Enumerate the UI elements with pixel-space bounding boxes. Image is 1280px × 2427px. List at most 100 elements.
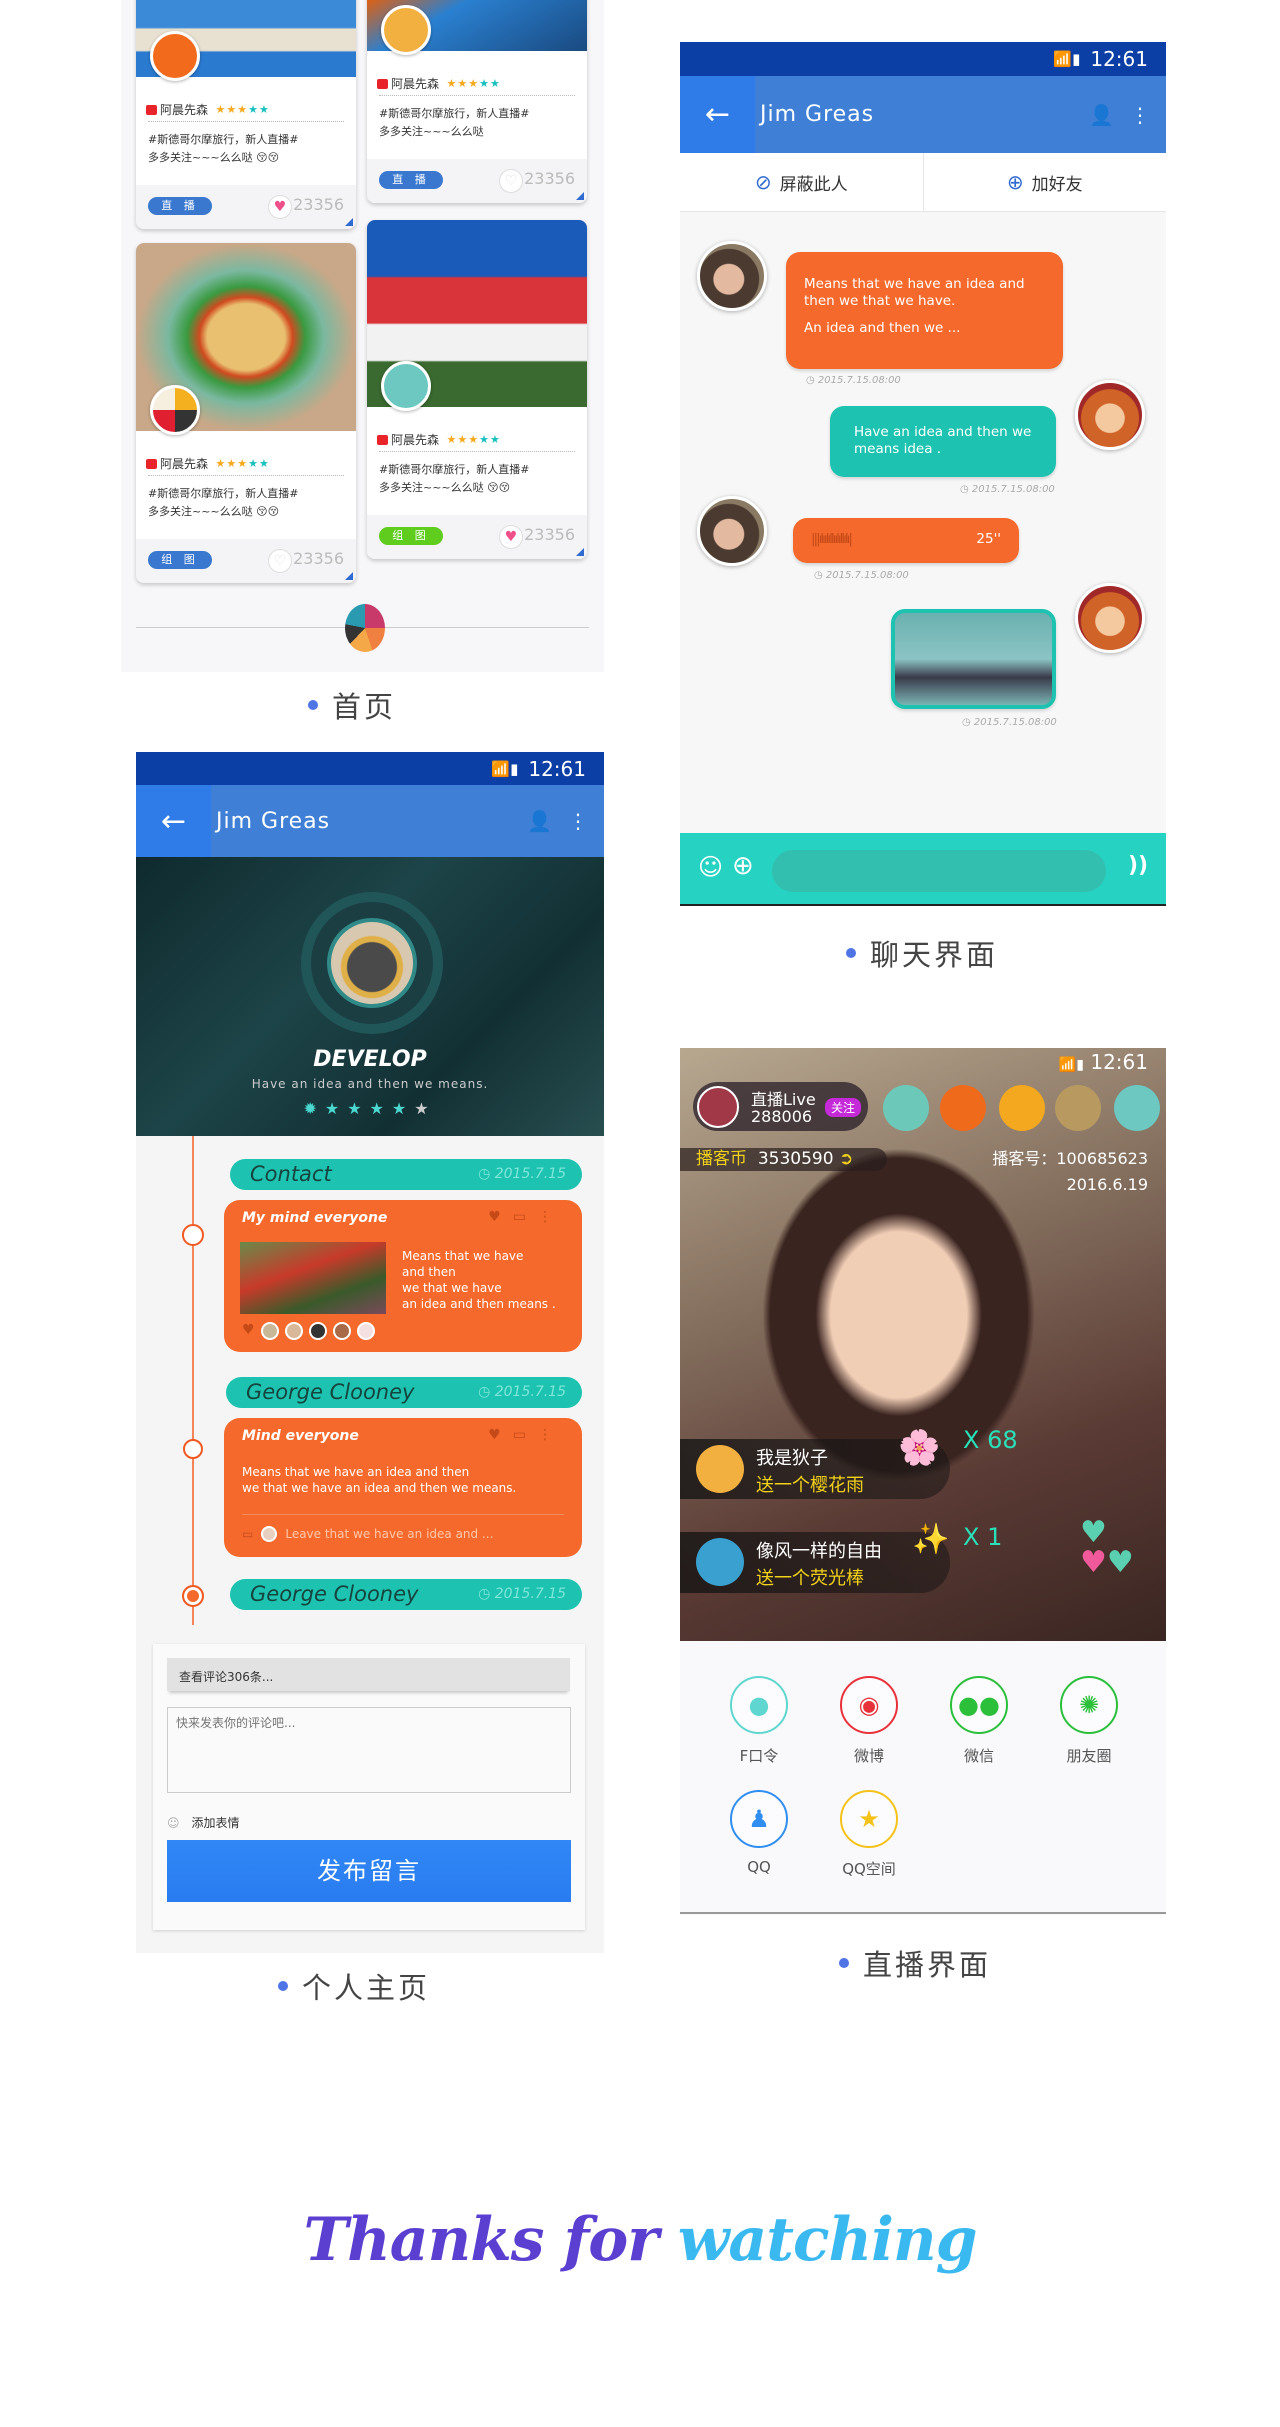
heart-filled-icon[interactable]: ♥ [268, 195, 292, 219]
share-label: F口令 [739, 1747, 779, 1765]
viewer-avatar[interactable] [1114, 1085, 1160, 1131]
submit-comment-button[interactable]: 发布留言 [167, 1840, 571, 1902]
avatar[interactable] [381, 5, 431, 55]
like-count: 23356 [524, 169, 575, 188]
wechat-icon[interactable]: ●● [950, 1676, 1008, 1734]
gallery-button[interactable]: 组 图 [148, 551, 212, 569]
like-comment-more-icons[interactable]: ♥▭⋮ [488, 1427, 564, 1443]
post-card[interactable]: 阿晨先森 ★★★★★ #斯德哥尔摩旅行，新人直播# 多多关注~~~么么哒 😚😚 组… [136, 243, 356, 583]
back-arrow-icon[interactable]: ← [680, 76, 755, 153]
live-button[interactable]: 直 播 [148, 197, 212, 215]
likers[interactable]: ♥ [242, 1322, 375, 1340]
message-bubble[interactable]: Means that we have an idea and then we th… [786, 252, 1063, 369]
timeline-dot [182, 1224, 204, 1246]
like-comment-more-icons[interactable]: ♥▭⋮ [488, 1209, 564, 1225]
moments-icon[interactable]: ✺ [1060, 1676, 1118, 1734]
plus-circle-icon[interactable]: ⊕ [732, 851, 754, 881]
block-icon: ⊘ [754, 170, 772, 194]
coin-bar[interactable]: 播客币 3530590 ➲ [680, 1148, 887, 1171]
timeline-header[interactable]: Contact ◷ 2015.7.15 [230, 1159, 582, 1190]
viewer-avatar[interactable] [883, 1085, 929, 1131]
host-info[interactable]: 直播Live 288006 关注 [693, 1082, 868, 1131]
emoji-icon[interactable]: ☺ [698, 853, 723, 881]
caption-profile: 个人主页 [277, 1965, 430, 2007]
caption-live: 直播界面 [838, 1942, 991, 1984]
person-icon[interactable]: 👤 [1089, 103, 1114, 127]
post-card[interactable]: 阿晨先森 ★★★★★ #斯德哥尔摩旅行，新人直播# 多多关注~~~么么哒 😚😚 组… [367, 220, 587, 559]
avatar [261, 1526, 278, 1542]
more-vert-icon[interactable]: ⋮ [568, 809, 588, 833]
status-bar: 📶▮ 12:61 [1058, 1050, 1148, 1074]
viewer-avatar[interactable] [999, 1085, 1045, 1131]
viewer-avatar[interactable] [1055, 1085, 1101, 1131]
corner-marker [576, 192, 584, 200]
share-label: 微博 [853, 1747, 884, 1765]
message-input[interactable] [772, 850, 1106, 892]
add-emoji-button[interactable]: ☺ 添加表情 [167, 1814, 240, 1831]
post-card[interactable]: 阿晨先森 ★★★★★ #斯德哥尔摩旅行，新人直播# 多多关注~~~么么哒 直 播 … [367, 0, 587, 203]
back-arrow-icon[interactable]: ← [136, 785, 211, 857]
timeline-dot-active [182, 1585, 204, 1607]
chat-title: Jim Greas [760, 102, 875, 127]
divider [379, 95, 575, 96]
rating-stars: ★★★★★ [446, 77, 501, 90]
voice-icon[interactable]: )) [1128, 853, 1148, 878]
like-count: 23356 [524, 525, 575, 544]
contact-avatar[interactable] [697, 241, 767, 311]
weibo-icon[interactable]: ◉ [840, 1676, 898, 1734]
user-icon [146, 458, 157, 469]
corner-marker [576, 548, 584, 556]
more-vert-icon[interactable]: ⋮ [1130, 103, 1150, 127]
avatar[interactable] [381, 361, 431, 411]
clock: 12:61 [1090, 47, 1148, 71]
post-title: Mind everyone [242, 1428, 359, 1444]
profile-title: Jim Greas [216, 808, 331, 834]
qzone-icon[interactable]: ★ [840, 1790, 898, 1848]
timeline-post[interactable]: My mind everyone ♥▭⋮ Means that we have a… [224, 1200, 582, 1352]
my-avatar[interactable] [1075, 583, 1145, 653]
heart-outline-icon[interactable]: ♡ [268, 549, 292, 573]
image-message[interactable] [891, 609, 1056, 709]
timeline-header[interactable]: George Clooney ◷ 2015.7.15 [230, 1579, 582, 1610]
gallery-button[interactable]: 组 图 [379, 527, 443, 545]
latest-comment[interactable]: ▭ Leave that we have an idea and ... [242, 1526, 493, 1542]
plus-circle-icon: ⊕ [1006, 170, 1024, 194]
heart-outline-icon[interactable]: ♡ [499, 169, 523, 193]
profile-tagline: Have an idea and then we means. [251, 1077, 489, 1091]
person-icon[interactable]: 👤 [527, 809, 552, 833]
post-desc: 多多关注~~~么么哒 [379, 125, 484, 138]
heart-filled-icon[interactable]: ♥ [499, 525, 523, 549]
rating-stars: ★★★★★ [215, 103, 270, 116]
owl-icon[interactable]: ● [730, 1676, 788, 1734]
timeline-line [192, 1136, 194, 1625]
wifi-signal-battery-icon: 📶▮ [1053, 50, 1081, 68]
divider [680, 1912, 1166, 1914]
avatar[interactable] [150, 31, 200, 81]
timeline-header[interactable]: George Clooney ◷ 2015.7.15 [226, 1377, 582, 1408]
account-info: 播客号：100685623 2016.6.19 [992, 1149, 1148, 1194]
profile-screen: 📶▮ 12:61 ← Jim Greas 👤 ⋮ DEVELOP Have an … [136, 752, 604, 1953]
avatar-ring [301, 892, 443, 1034]
message-time: ◷ 2015.7.15.08:00 [960, 484, 1055, 495]
message-time: ◷ 2015.7.15.08:00 [962, 717, 1057, 728]
follow-button[interactable]: 关注 [825, 1098, 862, 1117]
comment-input[interactable] [167, 1707, 571, 1793]
wifi-signal-battery-icon: 📶▮ [1058, 1057, 1084, 1073]
add-friend-button[interactable]: ⊕ 加好友 [922, 153, 1167, 211]
post-card[interactable]: 阿晨先森 ★★★★★ #斯德哥尔摩旅行，新人直播# 多多关注~~~么么哒 😚😚 直… [136, 0, 356, 229]
block-user-button[interactable]: ⊘ 屏蔽此人 [680, 153, 923, 211]
view-comments-link[interactable]: 查看评论306条... [167, 1658, 570, 1691]
corner-marker [345, 572, 353, 580]
viewer-avatar[interactable] [940, 1085, 986, 1131]
qq-icon[interactable]: ♟ [730, 1790, 788, 1848]
live-button[interactable]: 直 播 [379, 171, 443, 189]
contact-avatar[interactable] [697, 496, 767, 566]
message-bubble[interactable]: Have an idea and then we means idea . [830, 406, 1056, 477]
my-avatar[interactable] [1075, 380, 1145, 450]
profile-avatar[interactable] [327, 918, 417, 1008]
timeline-dot [183, 1439, 203, 1459]
avatar[interactable] [150, 385, 200, 435]
share-label: QQ [747, 1858, 771, 1876]
voice-message[interactable]: |||ılıılıllıılıllılı| 25'' [793, 518, 1019, 563]
timeline-post[interactable]: Mind everyone ♥▭⋮ Means that we have an … [224, 1418, 582, 1557]
